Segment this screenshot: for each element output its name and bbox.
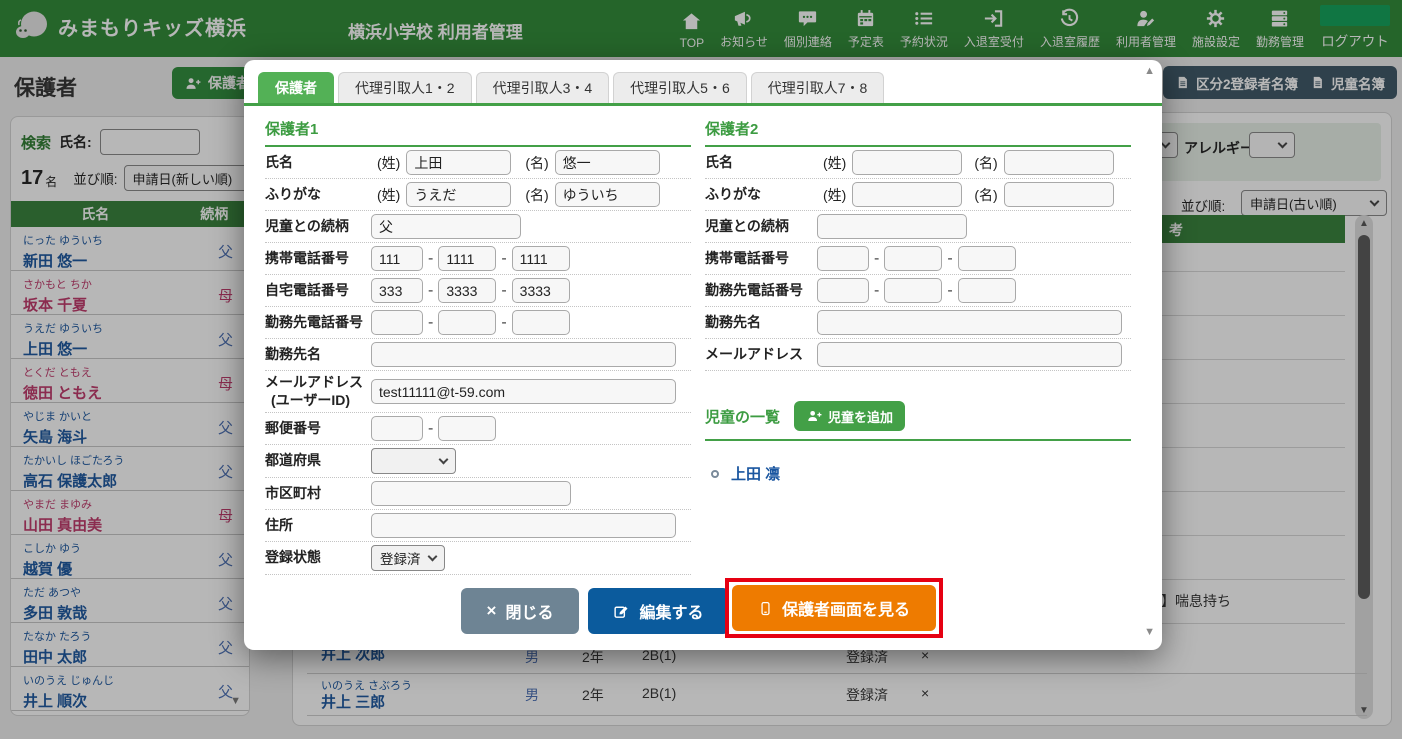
g2-work2-input[interactable] — [884, 278, 943, 303]
g1-status-select[interactable]: 登録済 — [371, 545, 445, 571]
relation-row: 児童との続柄 — [265, 211, 691, 243]
close-button[interactable]: × 閉じる — [461, 588, 579, 634]
guardian2-section: 保護者2 氏名 (姓) (名) ふりがな (姓) (名) 児童との続柄 携帯電話… — [705, 118, 1131, 484]
g1-last-name-input[interactable] — [406, 150, 512, 175]
chevron-down-icon — [427, 551, 438, 561]
g2-work1-input[interactable] — [817, 278, 869, 303]
workplace-row: 勤務先名 — [265, 339, 691, 371]
g2-last-kana-input[interactable] — [852, 182, 963, 207]
g2-work3-input[interactable] — [957, 278, 1016, 303]
g1-work1-input[interactable] — [371, 310, 423, 335]
g1-last-kana-input[interactable] — [406, 182, 512, 207]
close-icon: × — [486, 601, 497, 620]
tab-underline — [244, 103, 1162, 106]
tab-proxy-7-8[interactable]: 代理引取人7・8 — [750, 72, 885, 103]
name-row: 氏名 (姓) (名) — [705, 147, 1131, 179]
status-row: 登録状態 登録済 — [265, 542, 691, 575]
edit-button[interactable]: 編集する — [588, 588, 729, 634]
g1-home2-input[interactable] — [438, 278, 497, 303]
highlight-red-frame: 保護者画面を見る — [725, 578, 943, 638]
modal-scroll-up-icon[interactable]: ▲ — [1144, 65, 1155, 77]
tab-proxy-3-4[interactable]: 代理引取人3・4 — [475, 72, 610, 103]
work-tel-row: 勤務先電話番号 - - — [705, 275, 1131, 307]
g1-first-name-input[interactable] — [554, 150, 660, 175]
g1-work3-input[interactable] — [511, 310, 570, 335]
g2-workplace-input[interactable] — [817, 310, 1122, 335]
chevron-down-icon — [438, 454, 449, 464]
relation-row: 児童との続柄 — [705, 211, 1131, 243]
email-row: メールアドレス — [705, 339, 1131, 371]
smartphone-icon — [761, 601, 770, 615]
g1-workplace-input[interactable] — [371, 342, 676, 367]
child-link[interactable]: 上田 凛 — [731, 463, 780, 484]
modal-tabs: 保護者 代理引取人1・2 代理引取人3・4 代理引取人5・6 代理引取人7・8 — [258, 72, 885, 103]
g1-work2-input[interactable] — [438, 310, 497, 335]
g1-mobile2-input[interactable] — [438, 246, 497, 271]
guardian-detail-modal: 保護者 代理引取人1・2 代理引取人3・4 代理引取人5・6 代理引取人7・8 … — [244, 60, 1162, 650]
guardian2-heading: 保護者2 — [705, 118, 1131, 147]
kana-row: ふりがな (姓) (名) — [705, 179, 1131, 211]
g2-mobile2-input[interactable] — [884, 246, 943, 271]
g1-home3-input[interactable] — [511, 278, 570, 303]
g1-email-input[interactable] — [371, 379, 676, 404]
home-tel-row: 自宅電話番号 - - — [265, 275, 691, 307]
person-plus-icon — [808, 411, 822, 421]
children-heading: 児童の一覧 — [705, 408, 781, 426]
work-tel-row: 勤務先電話番号 - - — [265, 307, 691, 339]
workplace-row: 勤務先名 — [705, 307, 1131, 339]
child-list-item: 上田 凛 — [711, 463, 1131, 484]
zip-row: 郵便番号 - — [265, 413, 691, 445]
g2-first-kana-input[interactable] — [1003, 182, 1114, 207]
email-row: メールアドレス (ユーザーID) — [265, 371, 691, 413]
mobile-row: 携帯電話番号 - - — [705, 243, 1131, 275]
prefecture-row: 都道府県 — [265, 445, 691, 478]
guardian1-heading: 保護者1 — [265, 118, 691, 147]
kana-row: ふりがな (姓) (名) — [265, 179, 691, 211]
add-child-button[interactable]: 児童を追加 — [794, 401, 906, 431]
guardian1-section: 保護者1 氏名 (姓) (名) ふりがな (姓) (名) 児童との続柄 携帯電話… — [265, 118, 691, 575]
g2-mobile3-input[interactable] — [957, 246, 1016, 271]
g2-relation-input[interactable] — [817, 214, 967, 239]
g1-zip2-input[interactable] — [438, 416, 497, 441]
view-guardian-screen-button[interactable]: 保護者画面を見る — [732, 585, 936, 631]
address-row: 住所 — [265, 510, 691, 542]
city-row: 市区町村 — [265, 478, 691, 510]
mobile-row: 携帯電話番号 - - — [265, 243, 691, 275]
edit-pencil-icon — [614, 606, 629, 618]
modal-scroll-down-icon[interactable]: ▼ — [1144, 626, 1155, 638]
g1-home1-input[interactable] — [371, 278, 423, 303]
g1-relation-input[interactable] — [371, 214, 521, 239]
tab-guardian[interactable]: 保護者 — [258, 72, 334, 103]
g2-first-name-input[interactable] — [1003, 150, 1114, 175]
tab-proxy-5-6[interactable]: 代理引取人5・6 — [613, 72, 747, 103]
name-row: 氏名 (姓) (名) — [265, 147, 691, 179]
children-section-header: 児童の一覧 児童を追加 — [705, 401, 1131, 441]
g1-first-kana-input[interactable] — [554, 182, 660, 207]
screen: みまもりキッズ横浜 横浜小学校 利用者管理 TOP お知らせ 個別連絡 予定表 — [0, 0, 1402, 739]
g1-address-input[interactable] — [371, 513, 676, 538]
g1-city-input[interactable] — [371, 481, 571, 506]
g1-mobile1-input[interactable] — [371, 246, 423, 271]
g2-last-name-input[interactable] — [852, 150, 963, 175]
g1-zip1-input[interactable] — [371, 416, 423, 441]
tab-proxy-1-2[interactable]: 代理引取人1・2 — [338, 72, 472, 103]
g1-mobile3-input[interactable] — [511, 246, 570, 271]
g2-email-input[interactable] — [817, 342, 1122, 367]
bullet-icon — [711, 469, 719, 478]
g2-mobile1-input[interactable] — [817, 246, 869, 271]
g1-prefecture-select[interactable] — [371, 448, 456, 474]
